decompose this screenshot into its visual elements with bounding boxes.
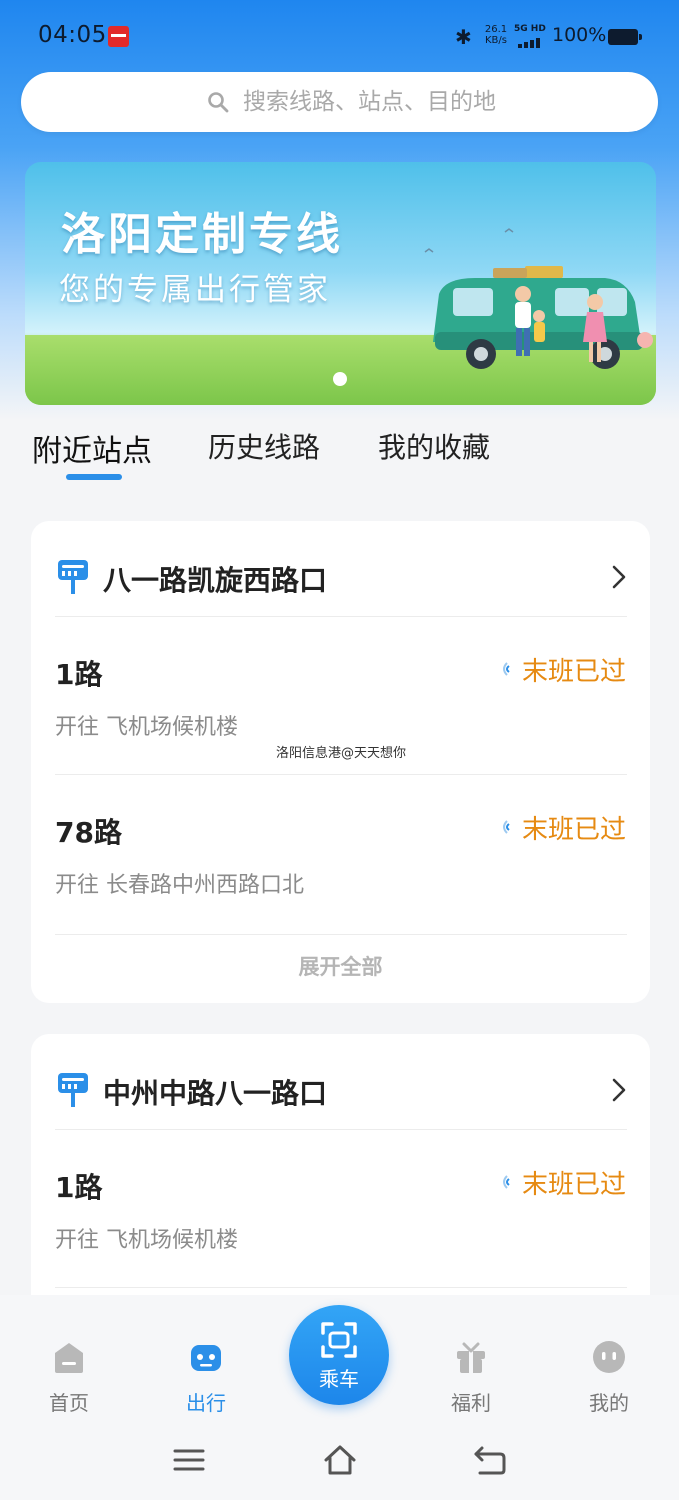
bus-stop-icon: [58, 1073, 88, 1107]
divider: [55, 934, 627, 935]
menu-icon[interactable]: [171, 1442, 207, 1478]
system-home-icon[interactable]: [322, 1442, 358, 1478]
chevron-right-icon: [612, 1078, 626, 1102]
banner-subtitle: 您的专属出行管家: [59, 272, 331, 308]
realtime-signal-icon: [503, 1175, 510, 1189]
back-icon[interactable]: [472, 1442, 508, 1478]
route-status: 末班已过: [521, 815, 626, 845]
search-bar[interactable]: [21, 72, 658, 132]
system-navigation-bar: [0, 1420, 679, 1500]
bottom-navigation: 首页 出行 乘车 福利 我的: [0, 1295, 679, 1420]
route-destination: 开往 飞机场候机楼: [55, 1228, 238, 1253]
expand-all-button[interactable]: 展开全部: [31, 951, 650, 991]
bus-stop-icon: [58, 560, 88, 594]
realtime-signal-icon: [503, 820, 510, 834]
tab-history-routes[interactable]: 历史线路: [208, 426, 320, 466]
banner-title: 洛阳定制专线: [61, 209, 343, 260]
stop-name: 中州中路八一路口: [103, 1077, 328, 1110]
route-name: 78路: [55, 816, 122, 849]
realtime-signal-icon: [503, 662, 510, 676]
route-name: 1路: [55, 1171, 103, 1204]
stop-card: 八一路凯旋西路口 1路 开往 飞机场候机楼 末班已过 78路 开往 长春路中州西…: [31, 521, 650, 1003]
battery-percent: 100%: [552, 24, 607, 46]
chevron-right-icon: [612, 565, 626, 589]
tab-bar: 附近站点 历史线路 我的收藏: [0, 418, 679, 488]
ride-button[interactable]: 乘车: [289, 1305, 389, 1405]
stop-header[interactable]: 中州中路八一路口: [31, 1034, 650, 1130]
search-input[interactable]: [243, 85, 583, 119]
route-destination: 开往 长春路中州西路口北: [55, 873, 304, 898]
cellular-signal-icon: 5G HD: [514, 24, 548, 48]
nav-home[interactable]: 首页: [29, 1337, 109, 1417]
nav-welfare-label: 福利: [451, 1391, 491, 1415]
nav-mine[interactable]: 我的: [569, 1337, 649, 1417]
network-speed-value: 26.1: [484, 24, 508, 35]
route-row[interactable]: 1路 开往 飞机场候机楼 末班已过: [31, 1130, 650, 1286]
route-row[interactable]: 78路 开往 长春路中州西路口北 末班已过: [31, 775, 650, 931]
tab-active-indicator: [66, 474, 122, 480]
ride-label: 乘车: [319, 1367, 359, 1391]
gift-icon: [457, 1342, 485, 1373]
status-bar: 04:05 ✱ 26.1 KB/s 5G HD 100%: [0, 0, 679, 76]
nav-welfare[interactable]: 福利: [431, 1337, 511, 1417]
divider: [55, 1287, 627, 1288]
carousel-indicator: [333, 372, 347, 386]
status-time: 04:05: [38, 22, 107, 48]
route-status: 末班已过: [521, 657, 626, 687]
stop-card: 中州中路八一路口 1路 开往 飞机场候机楼 末班已过: [31, 1034, 650, 1314]
network-speed: 26.1 KB/s: [482, 24, 510, 46]
nav-home-label: 首页: [49, 1391, 89, 1415]
promo-banner[interactable]: 洛阳定制专线 您的专属出行管家: [25, 162, 656, 405]
watermark: 洛阳信息港@天天想你: [276, 746, 407, 761]
app-notification-icon: [108, 26, 129, 47]
stop-header[interactable]: 八一路凯旋西路口: [31, 521, 650, 617]
van-illustration: [424, 228, 653, 369]
home-icon: [55, 1343, 83, 1373]
network-speed-unit: KB/s: [485, 35, 507, 46]
scan-icon: [321, 1322, 357, 1358]
robot-icon: [191, 1345, 221, 1371]
route-destination: 开往 飞机场候机楼: [55, 715, 238, 740]
route-status: 末班已过: [521, 1170, 626, 1200]
signal-label: 5G HD: [514, 24, 546, 34]
profile-face-icon: [593, 1341, 625, 1373]
nav-mine-label: 我的: [589, 1391, 629, 1415]
nav-trip-label: 出行: [186, 1391, 226, 1415]
route-name: 1路: [55, 658, 103, 691]
search-icon: [208, 92, 229, 113]
bluetooth-icon: ✱: [455, 25, 472, 49]
nav-trip[interactable]: 出行: [166, 1337, 246, 1417]
tab-nearby-stops[interactable]: 附近站点: [32, 426, 152, 470]
tab-favorites[interactable]: 我的收藏: [378, 426, 490, 466]
stop-name: 八一路凯旋西路口: [103, 564, 328, 597]
battery-icon: [608, 29, 642, 45]
